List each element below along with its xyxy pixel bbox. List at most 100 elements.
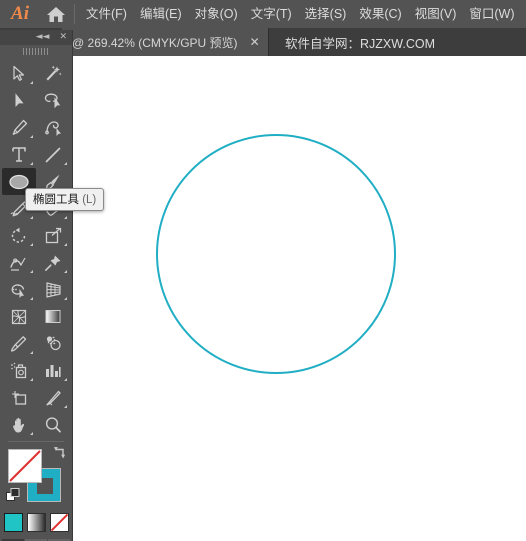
close-icon[interactable]: ✕: [250, 36, 260, 48]
menu-type[interactable]: 文字(T): [250, 0, 293, 28]
gradient-mode-button[interactable]: [26, 513, 46, 532]
magic-wand-tool[interactable]: [36, 60, 70, 87]
gradient-icon: [45, 310, 61, 323]
menu-object[interactable]: 对象(O): [194, 0, 239, 28]
flyout-indicator-icon: [30, 378, 33, 381]
close-panel-icon[interactable]: ✕: [59, 33, 67, 42]
tools-grid: [0, 58, 72, 438]
tooltip-shortcut: (L): [82, 194, 97, 206]
flyout-indicator-icon: [64, 405, 67, 408]
flyout-indicator-icon: [30, 297, 33, 300]
direct-selection-tool[interactable]: [2, 87, 36, 114]
scale-icon: [45, 227, 61, 243]
bar-chart-icon: [46, 365, 61, 377]
flyout-indicator-icon: [64, 216, 67, 219]
canvas-svg: [156, 134, 396, 374]
tools-divider: [8, 441, 64, 442]
app-logo: Ai: [11, 3, 29, 24]
pushpin-icon: [45, 255, 61, 271]
curvature-icon: [44, 120, 61, 136]
pen-tool[interactable]: [2, 114, 36, 141]
menu-window[interactable]: 窗口(W): [468, 0, 515, 28]
none-slash-icon: [50, 514, 68, 531]
curvature-tool[interactable]: [36, 114, 70, 141]
home-icon[interactable]: [40, 5, 72, 24]
artboard-canvas[interactable]: [72, 56, 526, 541]
gradient-tool[interactable]: [36, 303, 70, 330]
fill-stroke-controls: [0, 445, 72, 511]
shape-builder-tool[interactable]: [2, 276, 36, 303]
width-warp-icon: [10, 257, 26, 271]
width-tool[interactable]: [2, 249, 36, 276]
slice-knife-icon: [46, 390, 61, 405]
default-fill-stroke-icon[interactable]: [6, 488, 21, 508]
menu-edit[interactable]: 编辑(E): [139, 0, 183, 28]
none-mode-button[interactable]: [49, 513, 69, 532]
tools-panel-header[interactable]: ◄◄ ✕: [0, 30, 72, 45]
fill-mode-buttons: [0, 513, 72, 532]
document-tab[interactable]: @ 269.42% (CMYK/GPU 预览) ✕: [62, 28, 269, 56]
document-tab-bar: @ 269.42% (CMYK/GPU 预览) ✕ 软件自学网：RJZXW.CO…: [0, 28, 526, 56]
tools-panel: ◄◄ ✕: [0, 30, 73, 541]
collapse-panel-icon[interactable]: ◄◄: [36, 33, 50, 42]
rotate-icon: [11, 227, 25, 243]
flyout-indicator-icon: [30, 243, 33, 246]
magnifier-icon: [45, 416, 61, 432]
menu-select[interactable]: 选择(S): [304, 0, 348, 28]
type-tool[interactable]: [2, 141, 36, 168]
column-graph-tool[interactable]: [36, 357, 70, 384]
no-fill-slash-icon: [9, 450, 41, 482]
slice-tool[interactable]: [36, 384, 70, 411]
symbol-sprayer-tool[interactable]: [2, 357, 36, 384]
flyout-indicator-icon: [64, 378, 67, 381]
menu-view[interactable]: 视图(V): [414, 0, 458, 28]
eyedropper-tool[interactable]: [2, 330, 36, 357]
magic-wand-icon: [46, 65, 62, 80]
flyout-indicator-icon: [30, 81, 33, 84]
menu-file[interactable]: 文件(F): [85, 0, 128, 28]
flyout-indicator-icon: [30, 216, 33, 219]
fill-swatch[interactable]: [8, 449, 42, 483]
pen-icon: [12, 119, 28, 135]
flyout-indicator-icon: [64, 297, 67, 300]
eyedropper-icon: [10, 335, 27, 352]
tools-panel-drag-handle[interactable]: [0, 45, 72, 58]
artboard-tool[interactable]: [2, 384, 36, 411]
ellipse-shape[interactable]: [156, 134, 396, 374]
mesh-tool[interactable]: [2, 303, 36, 330]
mesh-icon: [11, 309, 27, 324]
swap-fill-stroke-icon[interactable]: [52, 446, 67, 465]
hand-icon: [12, 417, 24, 432]
rotate-tool[interactable]: [2, 222, 36, 249]
document-tab-title: @ 269.42% (CMYK/GPU 预览): [72, 35, 238, 50]
flyout-indicator-icon: [30, 135, 33, 138]
tooltip-label: 椭圆工具: [33, 194, 79, 206]
perspective-grid-icon: [45, 281, 61, 298]
scale-tool[interactable]: [36, 222, 70, 249]
tool-tooltip: 椭圆工具 (L): [25, 188, 105, 211]
free-transform-tool[interactable]: [36, 249, 70, 276]
zoom-tool[interactable]: [36, 411, 70, 438]
line-segment-tool[interactable]: [36, 141, 70, 168]
flyout-indicator-icon: [30, 270, 33, 273]
menu-bar: Ai 文件(F) 编辑(E) 对象(O) 文字(T) 选择(S) 效果(C) 视…: [0, 0, 526, 28]
selection-tool[interactable]: [2, 60, 36, 87]
lasso-icon: [44, 93, 60, 108]
flyout-indicator-icon: [64, 270, 67, 273]
menu-effect[interactable]: 效果(C): [358, 0, 402, 28]
flyout-indicator-icon: [64, 243, 67, 246]
grip-dots-icon: [23, 48, 49, 55]
menu-divider: [74, 4, 75, 24]
lasso-tool[interactable]: [36, 87, 70, 114]
flyout-indicator-icon: [30, 162, 33, 165]
color-mode-button[interactable]: [3, 513, 23, 532]
artboard-icon: [11, 390, 26, 405]
hand-tool[interactable]: [2, 411, 36, 438]
watermark-text: 软件自学网：RJZXW.COM: [285, 36, 435, 51]
symbol-sprayer-icon: [10, 362, 26, 378]
perspective-grid-tool[interactable]: [36, 276, 70, 303]
flyout-indicator-icon: [64, 162, 67, 165]
arrow-outline-icon: [12, 65, 24, 81]
blend-tool[interactable]: [36, 330, 70, 357]
line-icon: [45, 147, 61, 162]
